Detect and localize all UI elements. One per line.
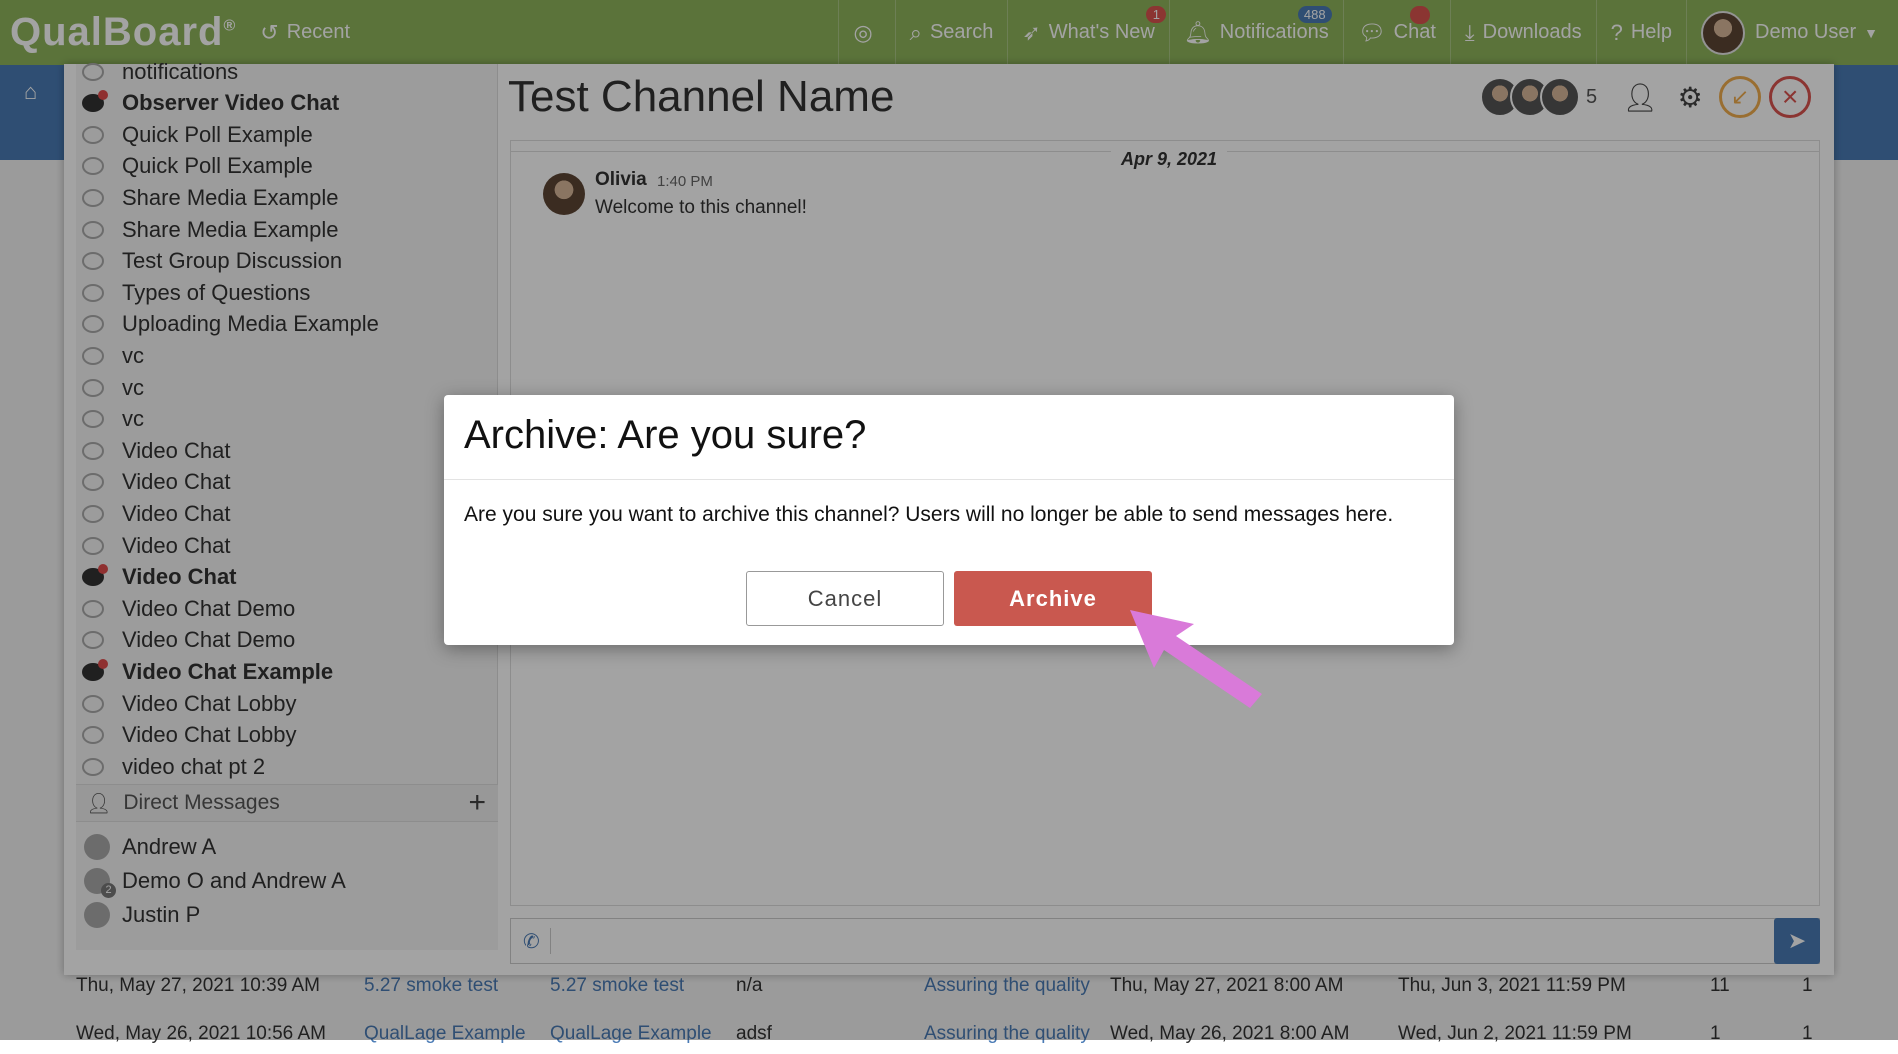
cancel-button[interactable]: Cancel	[746, 571, 944, 626]
pointer-arrow-icon	[1130, 610, 1262, 708]
dialog-divider	[444, 479, 1454, 480]
dialog-title: Archive: Are you sure?	[464, 413, 867, 457]
dialog-message: Are you sure you want to archive this ch…	[464, 503, 1394, 526]
pointer-arrow-shape	[1130, 610, 1262, 708]
archive-confirm-dialog: Archive: Are you sure? Are you sure you …	[444, 395, 1454, 645]
